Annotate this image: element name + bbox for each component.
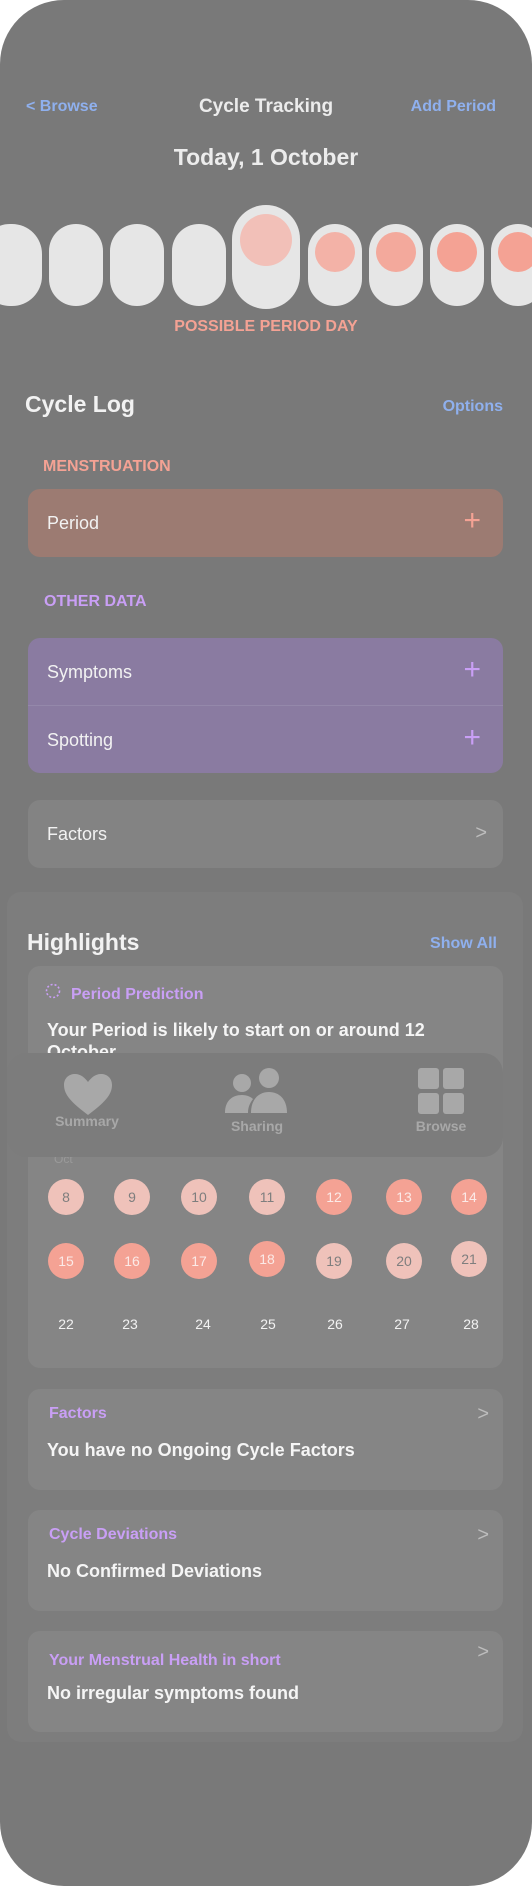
plus-icon[interactable]: + <box>463 723 481 753</box>
calendar-day[interactable]: 14 <box>451 1179 487 1215</box>
symptoms-row[interactable]: Symptoms + <box>28 638 503 705</box>
people-icon <box>225 1068 287 1113</box>
day-pill[interactable] <box>49 224 103 306</box>
day-pill[interactable] <box>369 224 423 306</box>
period-label: Period <box>47 513 100 533</box>
show-all-button[interactable]: Show All <box>430 935 497 953</box>
plus-icon[interactable]: + <box>463 506 481 536</box>
options-button[interactable]: Options <box>443 398 503 416</box>
menstrual-health-title: Your Menstrual Health in short <box>49 1652 281 1669</box>
calendar-day[interactable]: 19 <box>316 1243 352 1279</box>
calendar-day[interactable]: 28 <box>453 1306 489 1342</box>
period-dot <box>315 232 355 272</box>
day-pill[interactable] <box>110 224 164 306</box>
navigation-bar: < Browse Cycle Tracking Add Period <box>0 96 532 120</box>
tab-summary-label: Summary <box>55 1113 119 1129</box>
day-pill[interactable] <box>0 224 42 306</box>
period-dot <box>376 232 416 272</box>
calendar-day[interactable]: 26 <box>317 1306 353 1342</box>
cycle-deviations-text: No Confirmed Deviations <box>47 1561 263 1581</box>
tab-browse[interactable]: Browse <box>391 1053 491 1157</box>
day-pill[interactable] <box>308 224 362 306</box>
calendar-day[interactable]: 21 <box>451 1241 487 1277</box>
calendar-day[interactable]: 12 <box>316 1179 352 1215</box>
grid-icon <box>418 1068 464 1114</box>
menstrual-health-text: No irregular symptoms found <box>47 1683 300 1703</box>
add-period-button[interactable]: Add Period <box>411 98 496 116</box>
calendar-day[interactable]: 22 <box>48 1306 84 1342</box>
day-pill[interactable] <box>491 224 532 306</box>
tab-sharing-label: Sharing <box>230 1118 284 1134</box>
calendar-day[interactable]: 24 <box>185 1306 221 1342</box>
calendar-day[interactable]: 13 <box>386 1179 422 1215</box>
spotting-label: Spotting <box>47 730 114 750</box>
app-screen: < Browse Cycle Tracking Add Period Today… <box>0 0 532 1886</box>
tab-summary[interactable]: Summary <box>37 1053 137 1157</box>
chevron-right-icon: > <box>477 1524 489 1546</box>
heart-icon <box>64 1074 112 1115</box>
calendar-day[interactable]: 25 <box>250 1306 286 1342</box>
calendar-day[interactable]: 18 <box>249 1241 285 1277</box>
spotting-row[interactable]: Spotting + <box>28 706 503 773</box>
period-row[interactable]: Period + <box>28 489 503 557</box>
menstruation-category-label: MENSTRUATION <box>43 458 171 475</box>
calendar-day[interactable]: 15 <box>48 1243 84 1279</box>
day-strip[interactable] <box>0 205 532 313</box>
calendar-day[interactable]: 10 <box>181 1179 217 1215</box>
calendar-day[interactable]: 16 <box>114 1243 150 1279</box>
factors-card[interactable]: Factors > You have no Ongoing Cycle Fact… <box>28 1389 503 1490</box>
period-dot <box>240 214 292 266</box>
dashed-circle-icon <box>45 983 61 999</box>
tab-sharing[interactable]: Sharing <box>207 1053 307 1157</box>
day-pill[interactable] <box>430 224 484 306</box>
day-pill-selected[interactable] <box>232 205 300 309</box>
selected-date-title: Today, 1 October <box>173 144 359 170</box>
chevron-right-icon: > <box>475 822 487 844</box>
menstrual-health-card[interactable]: Your Menstrual Health in short > No irre… <box>28 1631 503 1732</box>
tab-browse-label: Browse <box>415 1118 467 1134</box>
factors-card-text: You have no Ongoing Cycle Factors <box>47 1440 355 1460</box>
period-prediction-card[interactable]: Period Prediction Your Period is likely … <box>28 966 503 1368</box>
cycle-deviations-title: Cycle Deviations <box>49 1526 178 1543</box>
tab-bar: Summary Sharing Browse <box>7 1053 503 1157</box>
calendar-day[interactable]: 27 <box>384 1306 420 1342</box>
day-status-label: POSSIBLE PERIOD DAY <box>174 318 358 335</box>
calendar-day[interactable]: 23 <box>112 1306 148 1342</box>
calendar-day[interactable]: 9 <box>114 1179 150 1215</box>
chevron-right-icon: > <box>477 1641 489 1663</box>
chevron-right-icon: > <box>477 1403 489 1425</box>
calendar-day[interactable]: 20 <box>386 1243 422 1279</box>
symptoms-label: Symptoms <box>47 662 133 682</box>
calendar-day[interactable]: 17 <box>181 1243 217 1279</box>
period-dot <box>498 232 532 272</box>
highlights-heading: Highlights <box>27 929 140 955</box>
plus-icon[interactable]: + <box>463 655 481 685</box>
other-data-category-label: OTHER DATA <box>44 593 147 610</box>
period-dot <box>437 232 477 272</box>
period-prediction-title: Period Prediction <box>71 986 204 1003</box>
calendar-day[interactable]: 8 <box>48 1179 84 1215</box>
cycle-log-heading: Cycle Log <box>25 391 135 417</box>
cycle-deviations-card[interactable]: Cycle Deviations > No Confirmed Deviatio… <box>28 1510 503 1611</box>
factors-label: Factors <box>47 824 108 844</box>
day-pill[interactable] <box>172 224 226 306</box>
calendar-day[interactable]: 11 <box>249 1179 285 1215</box>
factors-row[interactable]: Factors > <box>28 800 503 868</box>
factors-card-title: Factors <box>49 1405 107 1422</box>
